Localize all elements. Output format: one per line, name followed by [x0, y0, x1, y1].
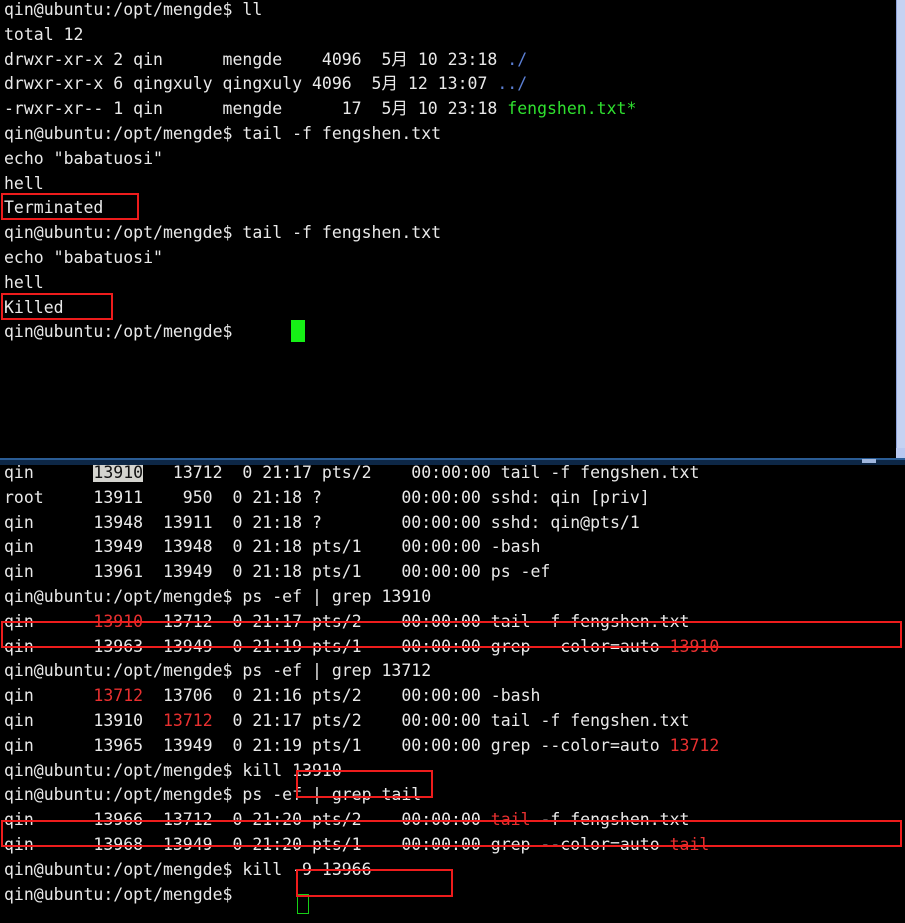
upper-line: qin@ubuntu:/opt/mengde$ tail -f fengshen…: [4, 221, 636, 246]
lower-text: qin@ubuntu:/opt/mengde$ ps -ef | grep 13…: [4, 586, 432, 606]
lower-line: qin@ubuntu:/opt/mengde$ kill 13910: [4, 759, 719, 784]
lower-text: qin: [4, 611, 94, 631]
lower-text: 13712 0 21:17 pts/2 00:00:00 tail -f fen…: [143, 611, 690, 631]
lower-terminal-output[interactable]: qin 13910 13712 0 21:17 pts/2 00:00:00 t…: [4, 465, 719, 907]
upper-terminal-scrollbar[interactable]: [896, 0, 905, 464]
lower-line: qin 13910 13712 0 21:17 pts/2 00:00:00 t…: [4, 709, 719, 734]
upper-line: drwxr-xr-x 6 qingxuly qingxuly 4096 5月 1…: [4, 72, 636, 97]
lower-text: qin 13966 13712 0 21:20 pts/2 00:00:00: [4, 810, 491, 830]
pane-divider-nub: [862, 459, 876, 463]
lower-text: tail: [490, 810, 531, 830]
lower-text: 13706 0 21:16 pts/2 00:00:00 -bash: [143, 686, 541, 706]
lower-text: qin 13910: [4, 710, 163, 730]
lower-text: qin 13948 13911 0 21:18 ? 00:00:00 sshd:…: [4, 512, 640, 532]
lower-text: 13910: [93, 611, 144, 631]
lower-line: qin@ubuntu:/opt/mengde$ ps -ef | grep 13…: [4, 585, 719, 610]
upper-line: echo "babatuosi": [4, 246, 636, 271]
lower-terminal-cursor: [297, 894, 309, 914]
upper-text: ./: [507, 49, 528, 69]
lower-line: qin 13968 13949 0 21:20 pts/1 00:00:00 g…: [4, 833, 719, 858]
lower-text: qin 13961 13949 0 21:18 pts/1 00:00:00 p…: [4, 562, 551, 582]
upper-text: echo "babatuosi": [4, 148, 163, 168]
lower-text: 13712: [93, 686, 144, 706]
upper-line: Killed: [4, 296, 636, 321]
upper-line: hell: [4, 271, 636, 296]
upper-text: qin@ubuntu:/opt/mengde$: [4, 0, 243, 19]
screen: qin@ubuntu:/opt/mengde$ ll total 12 drwxr-…: [0, 0, 905, 923]
upper-line: Terminated: [4, 196, 636, 221]
upper-line: qin@ubuntu:/opt/mengde$ ll: [4, 0, 636, 23]
lower-text: qin: [4, 465, 94, 482]
lower-text: qin@ubuntu:/opt/mengde$ ps -ef | grep ta…: [4, 785, 422, 805]
lower-text: qin@ubuntu:/opt/mengde$ kill -9 13966: [4, 859, 372, 879]
upper-text: Terminated: [4, 198, 104, 218]
scrollbar-thumb[interactable]: [896, 0, 905, 448]
upper-text: Killed: [4, 297, 64, 317]
lower-text: 13712: [162, 710, 213, 730]
lower-line: qin 13949 13948 0 21:18 pts/1 00:00:00 -…: [4, 535, 719, 560]
upper-text: hell: [4, 173, 44, 193]
upper-text: drwxr-xr-x 2 qin mengde 4096 5月 10 23:18: [4, 49, 508, 69]
lower-text: 13712: [669, 735, 720, 755]
upper-text: drwxr-xr-x 6 qingxuly qingxuly 4096 5月 1…: [4, 74, 498, 94]
upper-text: qin@ubuntu:/opt/mengde$ tail -f fengshen…: [4, 223, 442, 243]
lower-text: 0 21:17 pts/2 00:00:00 tail -f fengshen.…: [212, 710, 690, 730]
upper-line: echo "babatuosi": [4, 147, 636, 172]
lower-line: qin 13948 13911 0 21:18 ? 00:00:00 sshd:…: [4, 511, 719, 536]
lower-text: 13910: [669, 636, 720, 656]
lower-text: qin 13965 13949 0 21:19 pts/1 00:00:00 g…: [4, 735, 670, 755]
upper-line: qin@ubuntu:/opt/mengde$: [4, 320, 636, 345]
lower-line: qin 13965 13949 0 21:19 pts/1 00:00:00 g…: [4, 734, 719, 759]
upper-line: total 12: [4, 23, 636, 48]
upper-line: drwxr-xr-x 2 qin mengde 4096 5月 10 23:18…: [4, 48, 636, 73]
lower-line: qin 13910 13712 0 21:17 pts/2 00:00:00 t…: [4, 465, 719, 486]
upper-terminal-window[interactable]: qin@ubuntu:/opt/mengde$ ll total 12 drwxr-…: [0, 0, 905, 464]
lower-text: qin: [4, 686, 94, 706]
lower-text: 13712 0 21:17 pts/2 00:00:00 tail -f fen…: [143, 465, 700, 482]
lower-line: qin 13966 13712 0 21:20 pts/2 00:00:00 t…: [4, 808, 719, 833]
upper-terminal-output[interactable]: qin@ubuntu:/opt/mengde$ ll total 12 drwxr-…: [4, 0, 636, 345]
upper-text: -rwxr-xr-- 1 qin mengde 17 5月 10 23:18: [4, 99, 508, 119]
lower-line: qin 13910 13712 0 21:17 pts/2 00:00:00 t…: [4, 610, 719, 635]
upper-text: total 12: [4, 24, 84, 44]
lower-text: root 13911 950 0 21:18 ? 00:00:00 sshd: …: [4, 487, 650, 507]
lower-text: qin 13968 13949 0 21:20 pts/1 00:00:00 g…: [4, 834, 670, 854]
lower-line: root 13911 950 0 21:18 ? 00:00:00 sshd: …: [4, 486, 719, 511]
upper-text: ll: [242, 0, 263, 19]
lower-line: qin@ubuntu:/opt/mengde$: [4, 883, 719, 908]
upper-text: fengshen.txt*: [507, 99, 637, 119]
lower-line: qin 13961 13949 0 21:18 pts/1 00:00:00 p…: [4, 560, 719, 585]
lower-text: 13910: [93, 465, 144, 482]
lower-line: qin@ubuntu:/opt/mengde$ ps -ef | grep 13…: [4, 659, 719, 684]
upper-text: echo "babatuosi": [4, 247, 163, 267]
upper-line: hell: [4, 172, 636, 197]
lower-text: qin@ubuntu:/opt/mengde$ kill 13910: [4, 760, 342, 780]
lower-line: qin@ubuntu:/opt/mengde$ kill -9 13966: [4, 858, 719, 883]
upper-terminal-cursor: [291, 320, 305, 342]
upper-text: qin@ubuntu:/opt/mengde$ tail -f fengshen…: [4, 123, 442, 143]
lower-text: qin@ubuntu:/opt/mengde$ ps -ef | grep 13…: [4, 661, 432, 681]
upper-line: -rwxr-xr-- 1 qin mengde 17 5月 10 23:18 f…: [4, 97, 636, 122]
lower-text: qin@ubuntu:/opt/mengde$: [4, 884, 243, 904]
lower-line: qin 13963 13949 0 21:19 pts/1 00:00:00 g…: [4, 635, 719, 660]
lower-text: tail: [669, 834, 710, 854]
upper-text: hell: [4, 272, 44, 292]
lower-text: qin 13963 13949 0 21:19 pts/1 00:00:00 g…: [4, 636, 670, 656]
upper-line: qin@ubuntu:/opt/mengde$ tail -f fengshen…: [4, 122, 636, 147]
lower-text: -f fengshen.txt: [530, 810, 690, 830]
lower-text: qin 13949 13948 0 21:18 pts/1 00:00:00 -…: [4, 537, 541, 557]
lower-terminal-window[interactable]: qin 13910 13712 0 21:17 pts/2 00:00:00 t…: [0, 465, 905, 923]
lower-line: qin 13712 13706 0 21:16 pts/2 00:00:00 -…: [4, 684, 719, 709]
upper-text: ../: [497, 74, 528, 94]
lower-line: qin@ubuntu:/opt/mengde$ ps -ef | grep ta…: [4, 783, 719, 808]
upper-text: qin@ubuntu:/opt/mengde$: [4, 322, 243, 342]
pane-divider-highlight: [0, 458, 905, 460]
pane-divider: [0, 458, 905, 465]
